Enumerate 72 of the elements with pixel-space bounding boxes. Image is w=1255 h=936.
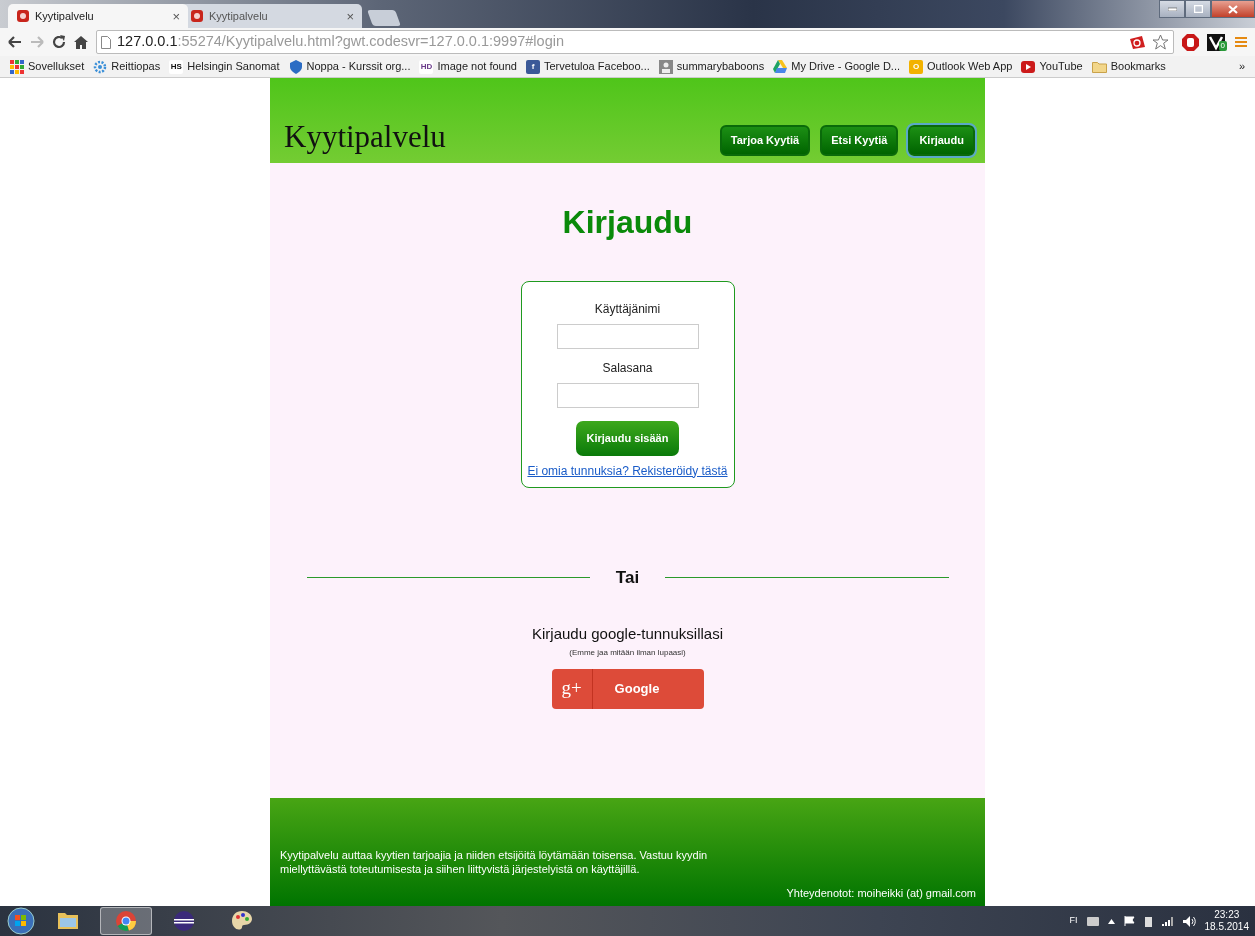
tab-close-button[interactable]: × [346, 9, 354, 23]
clock[interactable]: 23:23 18.5.2014 [1204, 909, 1249, 933]
browser-tab[interactable]: Kyytipalvelu × [8, 4, 188, 28]
field-label: Salasana [602, 360, 653, 377]
bookmark-link[interactable]: summarybaboons [658, 58, 765, 75]
tab-close-button[interactable]: × [172, 9, 180, 23]
social-icon: f [526, 59, 540, 74]
flag-icon[interactable] [1123, 916, 1135, 926]
reload-icon[interactable] [52, 35, 66, 49]
privacy-note: (Emme jaa mitään ilman lupaasi) [569, 646, 686, 659]
new-tab-button[interactable] [367, 10, 401, 26]
input-field[interactable] [556, 383, 699, 408]
address-field[interactable]: 127.0.0.1:55274/Kyytipalvelu.html?gwt.codesvr=127.0.0.1:9997#login [96, 30, 1174, 54]
play-icon [1021, 60, 1036, 73]
nav-button[interactable]: Tarjoa Kyytiä [719, 125, 811, 156]
apps-grid-icon [10, 59, 24, 74]
mail-icon: O [909, 59, 924, 74]
footer-text: Kyytipalvelu auttaa kyytien tarjoajia ja niiden etsijöitä löytämään toisensa. Vastuu kyydin miellyttävästä toteutumisesta ja siihen liittyvistä järjestelyistä on käyttäjillä. [280, 849, 709, 877]
volume-icon[interactable] [1182, 915, 1196, 927]
signal-icon[interactable] [1161, 916, 1174, 926]
close-button[interactable] [1211, 0, 1255, 18]
google-login-title: Kirjaudu google-tunnuksillasi [532, 624, 723, 644]
page-icon [101, 35, 111, 49]
bookmark-link[interactable]: Sovellukset [10, 58, 85, 75]
v-icon [1206, 33, 1225, 51]
person-icon [658, 59, 673, 74]
logo-icon: HS [169, 59, 184, 74]
bookmarks-overflow-button[interactable]: » [1238, 58, 1245, 75]
bookmark-link[interactable]: f Tervetuloa Faceboo... [526, 58, 650, 75]
favicon-icon [16, 9, 30, 23]
eclipse-icon [172, 909, 196, 933]
favicon-icon [190, 9, 204, 23]
extension-icon[interactable] [1127, 34, 1146, 50]
extension-button[interactable]: 0 [1206, 33, 1227, 51]
bookmark-link[interactable]: My Drive - Google D... [773, 58, 901, 75]
stop-hand-icon[interactable] [1181, 33, 1199, 51]
google-login-button[interactable]: g+ Google [551, 668, 704, 709]
bookmark-link[interactable]: O Outlook Web App [909, 58, 1013, 75]
register-link[interactable]: Ei omia tunnuksia? Rekisteröidy tästä [527, 461, 728, 480]
site-title: Kyytipalvelu [284, 121, 446, 152]
nav-button[interactable]: Kirjaudu [908, 125, 975, 156]
start-button-icon[interactable] [6, 907, 36, 935]
bookmark-link[interactable]: Noppa - Kurssit org... [288, 58, 411, 75]
browser-icon [114, 909, 138, 933]
maximize-button[interactable] [1185, 0, 1211, 18]
minimize-icon [1167, 7, 1177, 11]
star-icon[interactable] [1151, 34, 1169, 50]
contact-text: Yhteydenotot: moiheikki (at) gmail.com [786, 885, 976, 901]
divider-label: Tai [615, 566, 640, 589]
input-field[interactable] [556, 324, 699, 349]
drive-icon [773, 60, 788, 73]
language-indicator[interactable]: FI [1069, 914, 1078, 928]
gear-icon [93, 59, 108, 74]
logo-icon: HD [419, 59, 434, 74]
bookmark-link[interactable]: YouTube [1021, 58, 1083, 75]
nav-button[interactable]: Etsi Kyytiä [820, 125, 899, 156]
home-icon[interactable] [74, 35, 88, 49]
login-button[interactable]: Kirjaudu sisään [575, 421, 680, 456]
folder-icon [1091, 60, 1107, 73]
bookmark-link[interactable]: HS Helsingin Sanomat [169, 58, 280, 75]
back-icon[interactable] [8, 36, 22, 48]
minimize-button[interactable] [1159, 0, 1185, 18]
bookmark-link[interactable]: Bookmarks [1091, 58, 1166, 75]
badge: 0 [1218, 40, 1227, 51]
maximize-icon [1193, 5, 1203, 13]
close-icon [1228, 4, 1238, 14]
page-heading: Kirjaudu [562, 203, 693, 242]
bookmark-link[interactable]: Reittiopas [93, 58, 161, 75]
shield-icon [288, 59, 303, 74]
show-hidden-icon[interactable] [1107, 918, 1115, 924]
bookmark-link[interactable]: HD Image not found [419, 58, 517, 75]
field-label: Käyttäjänimi [594, 301, 661, 318]
